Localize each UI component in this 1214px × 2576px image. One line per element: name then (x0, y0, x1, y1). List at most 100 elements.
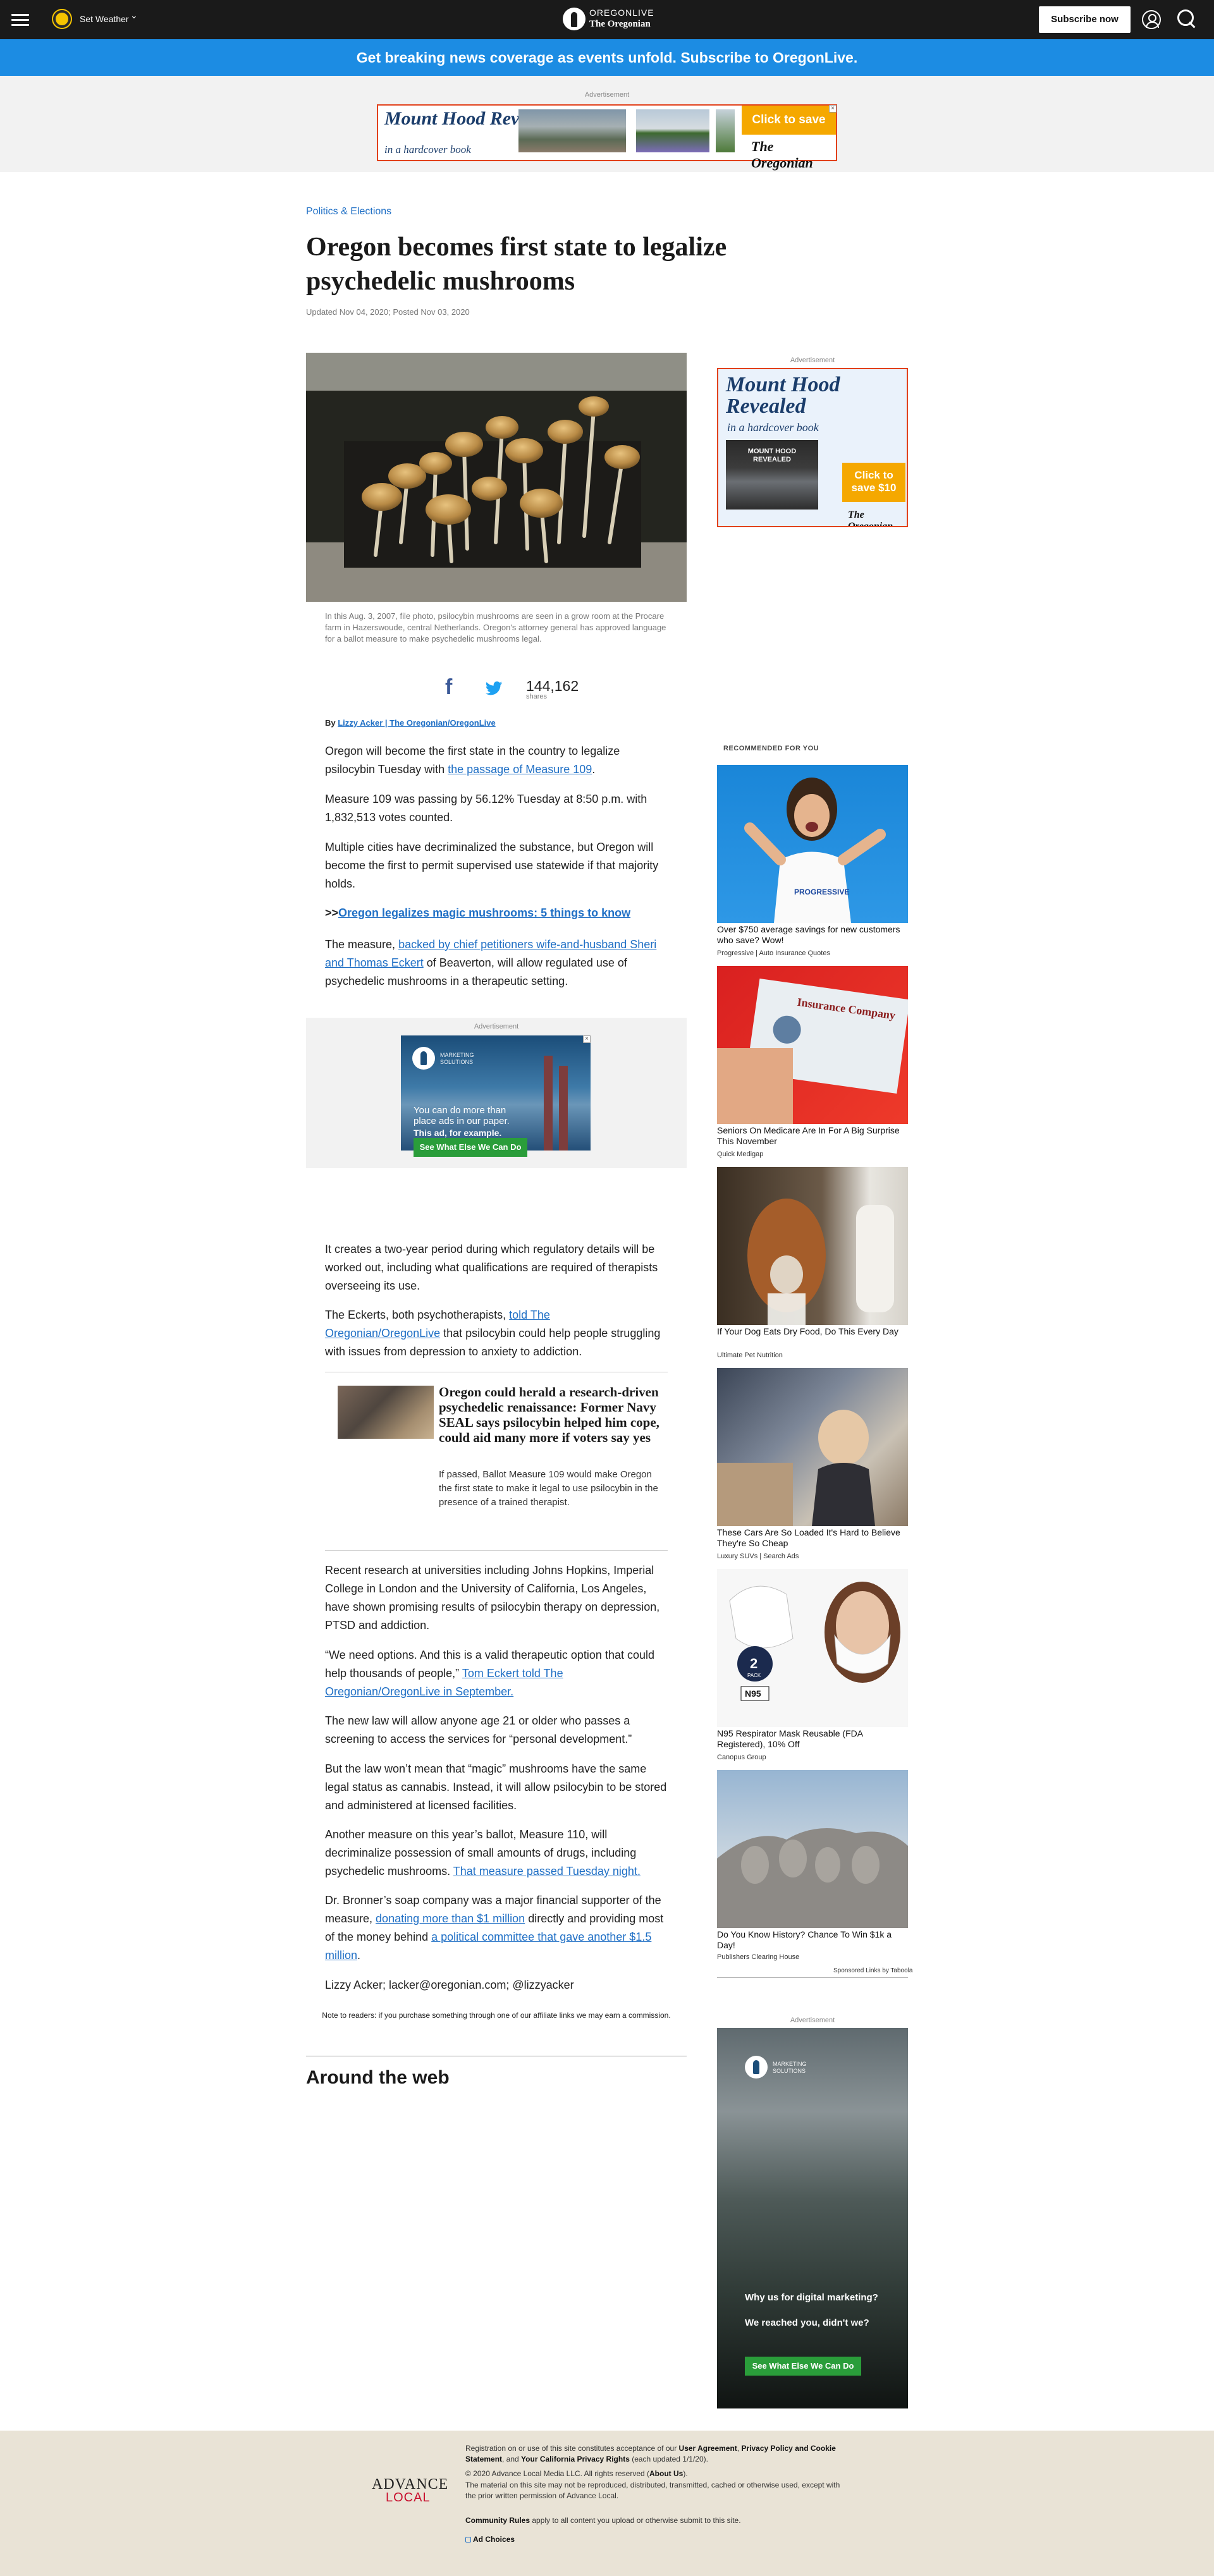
badge-count: 2 (750, 1656, 757, 1671)
recommended-heading: RECOMMENDED FOR YOU (723, 745, 819, 752)
related-story-description: If passed, Ballot Measure 109 would make… (439, 1469, 658, 1508)
article-paragraph: Measure 109 was passing by 56.12% Tuesda… (325, 793, 647, 824)
top-banner-ad[interactable]: Mount Hood Revealed in a hardcover book … (377, 104, 837, 171)
n95-label: N95 (745, 1688, 761, 1699)
recommended-image[interactable]: PROGRESSIVE (717, 765, 908, 923)
user-agreement-link[interactable]: User Agreement (679, 2444, 737, 2453)
recommended-source: Progressive | Auto Insurance Quotes (717, 949, 830, 957)
recommended-title[interactable]: If Your Dog Eats Dry Food, Do This Every… (717, 1326, 908, 1337)
search-icon[interactable] (1177, 9, 1196, 28)
subscribe-banner[interactable]: Get breaking news coverage as events unf… (0, 39, 1214, 76)
related-story-thumbnail[interactable] (338, 1386, 434, 1439)
about-us-link[interactable]: About Us (649, 2469, 683, 2478)
ad-text: You can do more than place ads in our pa… (414, 1105, 510, 1126)
footer-community-rules: Community Rules apply to all content you… (465, 2515, 845, 2526)
ad-choices-link[interactable]: Ad Choices (473, 2535, 515, 2544)
inline-link[interactable]: donating more than $1 million (376, 1912, 525, 1925)
recommended-image[interactable]: 2 PACK N95 (717, 1569, 908, 1727)
divider (325, 1550, 668, 1551)
ad-choices[interactable]: Ad Choices (465, 2534, 845, 2545)
inline-link[interactable]: Oregon legalizes magic mushrooms: 5 thin… (338, 906, 630, 919)
mushroom-illustration (306, 353, 687, 602)
close-icon[interactable]: × (583, 1035, 591, 1043)
section-link[interactable]: Politics & Elections (306, 206, 391, 217)
chevron-down-icon[interactable]: ⌄ (130, 10, 138, 21)
around-the-web-heading: Around the web (306, 2067, 450, 2088)
article-paragraph: “We need options. And this is a valid th… (325, 1646, 668, 1701)
recommended-image[interactable]: Insurance Company (717, 966, 910, 1124)
author-link[interactable]: Lizzy Acker | The Oregonian/OregonLive (338, 718, 496, 728)
article-paragraph: >>Oregon legalizes magic mushrooms: 5 th… (325, 904, 668, 922)
advance-local-logo[interactable]: ADVANCE LOCAL (372, 2476, 454, 2505)
recommended-source: Ultimate Pet Nutrition (717, 1352, 783, 1359)
ad-photo (716, 109, 735, 152)
ad-cta[interactable]: Click to save $10 (842, 463, 905, 502)
ad-brand: The Oregonian (751, 138, 813, 171)
inline-link[interactable]: the passage of Measure 109 (448, 763, 592, 776)
site-logo[interactable]: OREGONLIVE The Oregonian (563, 6, 664, 33)
oregonian-logo-icon (563, 8, 586, 30)
article-paragraph: Dr. Bronner’s soap company was a major f… (325, 1891, 668, 1965)
recommended-title[interactable]: Over $750 average savings for new custom… (717, 924, 908, 946)
recommended-image[interactable] (717, 1167, 908, 1325)
paragraph-text: The Eckerts, both psychotherapists, (325, 1309, 510, 1321)
footer-text: Registration on or use of this site cons… (465, 2444, 679, 2453)
set-weather-link[interactable]: Set Weather (80, 14, 129, 24)
recommended-source: Luxury SUVs | Search Ads (717, 1553, 799, 1560)
ad-label: Advertisement (790, 2017, 835, 2024)
rail-ad-mount-hood[interactable]: Mount Hood Revealed in a hardcover book … (717, 368, 908, 527)
paragraph-text: The measure, (325, 938, 399, 951)
site-footer: ADVANCE LOCAL Registration on or use of … (0, 2431, 1214, 2576)
close-icon[interactable]: × (829, 105, 837, 113)
ad-label: Advertisement (790, 357, 835, 364)
insurance-check-illustration: Insurance Company (717, 979, 910, 1124)
photo-caption: In this Aug. 3, 2007, file photo, psiloc… (325, 611, 666, 644)
woman-excited-illustration: PROGRESSIVE (744, 778, 886, 923)
recommended-title[interactable]: Seniors On Medicare Are In For A Big Sur… (717, 1125, 908, 1147)
footer-text: ). (683, 2469, 688, 2478)
ad-brand: The Oregonian (848, 510, 893, 527)
recommended-image[interactable] (717, 1770, 908, 1928)
logo-text-oregonlive: OREGONLIVE (589, 8, 654, 18)
user-account-icon[interactable] (1142, 10, 1161, 29)
recommended-title[interactable]: Do You Know History? Chance To Win $1k a… (717, 1929, 908, 1951)
ad-brand-line: MARKETING SOLUTIONS (773, 2061, 807, 2074)
top-navigation-bar: Set Weather ⌄ OREGONLIVE The Oregonian S… (0, 0, 1214, 39)
article-headline: Oregon becomes first state to legalize p… (306, 233, 727, 296)
sun-icon[interactable] (53, 10, 71, 28)
dog-milk-illustration (747, 1199, 894, 1325)
twitter-icon[interactable] (484, 681, 503, 695)
hero-image-psilocybin-mushrooms[interactable] (306, 353, 687, 602)
recommended-source: Quick Medigap (717, 1151, 764, 1158)
author-contact: Lizzy Acker; lacker@oregonian.com; @lizz… (325, 1979, 574, 1991)
related-story-title[interactable]: Oregon could herald a research-driven ps… (439, 1384, 661, 1445)
recommended-title[interactable]: These Cars Are So Loaded It's Hard to Be… (717, 1527, 908, 1549)
badge-pack: PACK (747, 1673, 761, 1678)
facebook-icon[interactable]: f (445, 676, 459, 698)
community-rules-link[interactable]: Community Rules (465, 2516, 530, 2525)
california-privacy-link[interactable]: Your California Privacy Rights (521, 2455, 630, 2463)
svg-text:PROGRESSIVE: PROGRESSIVE (794, 888, 849, 896)
ad-cta-button[interactable]: See What Else We Can Do (745, 2357, 861, 2376)
ad-cta-button[interactable]: See What Else We Can Do (414, 1138, 527, 1157)
mount-rushmore-illustration (717, 1828, 908, 1928)
paragraph-text: >> (325, 906, 339, 919)
marketing-solutions-ad[interactable]: MARKETING SOLUTIONS You can do more than… (401, 1035, 591, 1151)
article-paragraph: Recent research at universities includin… (325, 1564, 660, 1632)
logo-text-oregonian: The Oregonian (589, 19, 651, 29)
rail-ad-marketing-solutions[interactable]: MARKETING SOLUTIONS Why us for digital m… (717, 2028, 908, 2408)
menu-icon[interactable] (11, 14, 29, 27)
recommended-image[interactable] (717, 1368, 908, 1526)
article-paragraph: Multiple cities have decriminalized the … (325, 841, 659, 890)
footer-legal: Registration on or use of this site cons… (465, 2443, 845, 2465)
n95-mask-illustration: 2 PACK N95 (729, 1582, 900, 1701)
recommended-title[interactable]: N95 Respirator Mask Reusable (FDA Regist… (717, 1728, 908, 1750)
inline-link[interactable]: That measure passed Tuesday night. (453, 1865, 641, 1877)
luxury-car-interior-illustration (717, 1410, 875, 1526)
sponsored-links-label[interactable]: Sponsored Links by Taboola (833, 1967, 912, 1974)
subscribe-button[interactable]: Subscribe now (1039, 6, 1131, 33)
share-label: shares (526, 693, 548, 700)
ad-text: Why us for digital marketing? (745, 2292, 878, 2303)
ad-cta[interactable]: Click to save $10 (742, 106, 836, 156)
ad-text: We reached you, didn't we? (745, 2317, 869, 2328)
